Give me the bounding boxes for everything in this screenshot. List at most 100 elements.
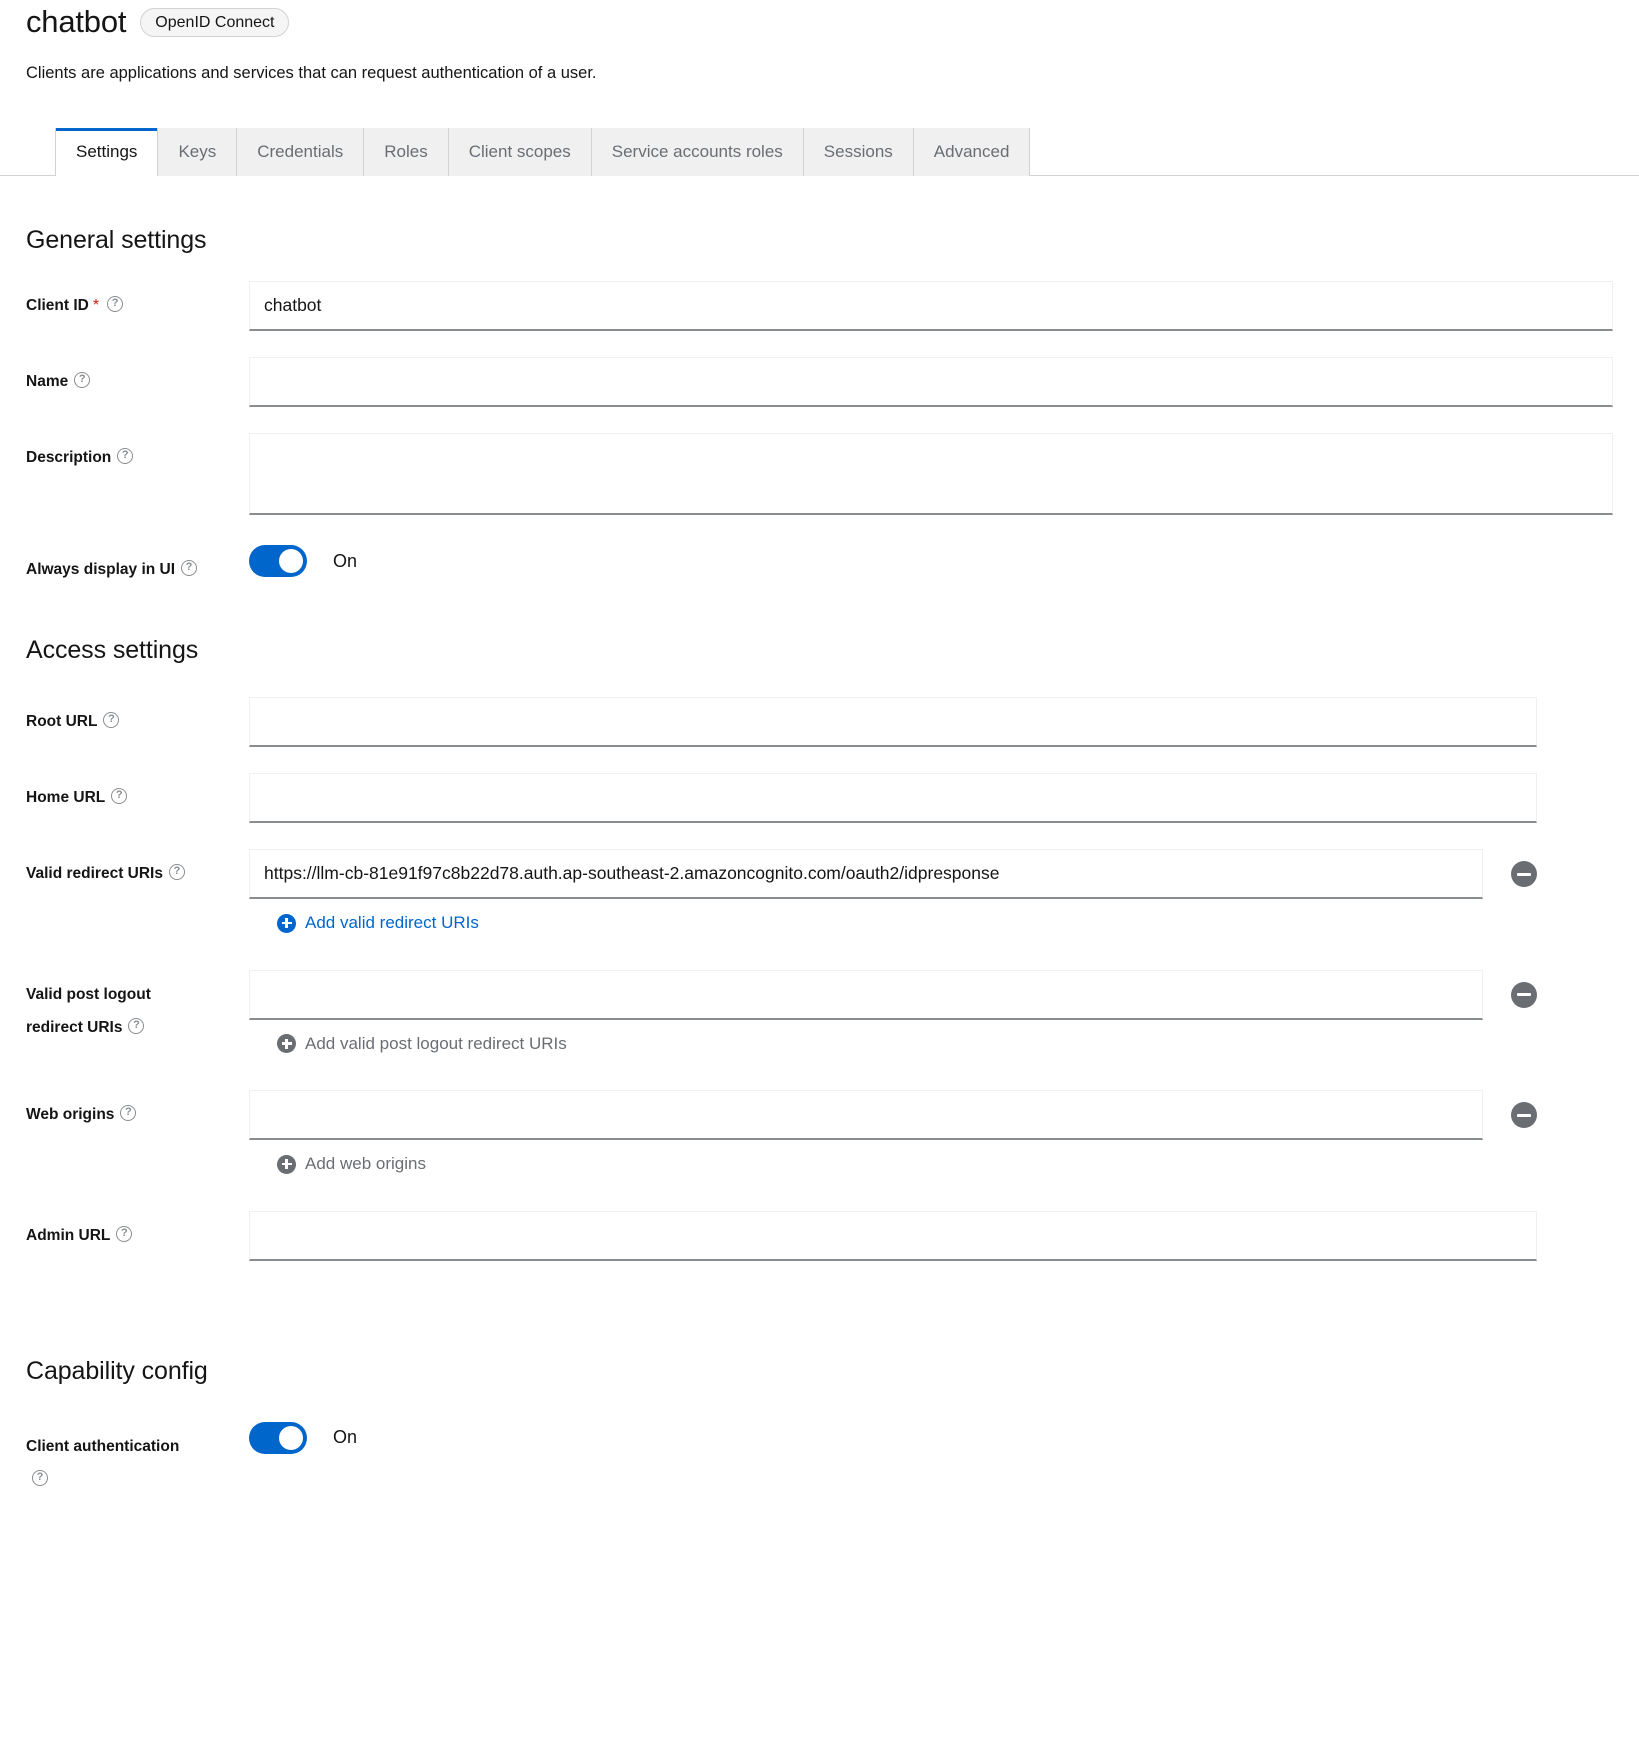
client-id-label-cell: Client ID* — [26, 281, 249, 322]
root-url-label: Root URL — [26, 713, 97, 730]
home-url-input[interactable] — [249, 773, 1537, 823]
add-web-origins-link[interactable]: Add web origins — [277, 1154, 426, 1174]
remove-web-origin-button[interactable] — [1511, 1102, 1537, 1128]
page-description: Clients are applications and services th… — [26, 62, 1613, 84]
plus-circle-icon — [277, 1155, 296, 1174]
field-row-client-id: Client ID* — [26, 281, 1613, 331]
field-row-description: Description — [26, 433, 1613, 515]
help-icon[interactable] — [169, 864, 185, 880]
web-origins-field-cell: Add web origins — [249, 1090, 1613, 1179]
tab-client-scopes[interactable]: Client scopes — [449, 128, 592, 176]
home-url-label-cell: Home URL — [26, 773, 249, 814]
tab-credentials[interactable]: Credentials — [237, 128, 364, 176]
web-origin-row — [249, 1090, 1537, 1140]
page-header: chatbot OpenID Connect Clients are appli… — [0, 0, 1639, 84]
home-url-field-cell — [249, 773, 1613, 823]
tab-settings[interactable]: Settings — [55, 128, 158, 176]
field-row-web-origins: Web origins Add web origins — [26, 1090, 1613, 1179]
title-row: chatbot OpenID Connect — [26, 0, 1613, 42]
help-icon[interactable] — [107, 296, 123, 312]
home-url-label: Home URL — [26, 789, 105, 806]
remove-valid-post-logout-uri-button[interactable] — [1511, 982, 1537, 1008]
admin-url-field-cell — [249, 1211, 1613, 1261]
description-textarea[interactable] — [249, 433, 1613, 515]
field-row-always-display: Always display in UI On — [26, 545, 1613, 586]
field-row-client-authentication: Client authentication On — [26, 1422, 1613, 1496]
always-display-state: On — [333, 551, 357, 572]
remove-valid-redirect-uri-button[interactable] — [1511, 861, 1537, 887]
description-label: Description — [26, 449, 111, 466]
plus-circle-icon — [277, 914, 296, 933]
tab-keys[interactable]: Keys — [158, 128, 237, 176]
tab-sessions[interactable]: Sessions — [804, 128, 914, 176]
always-display-field-cell: On — [249, 545, 1613, 577]
add-valid-post-logout-redirect-uris-link[interactable]: Add valid post logout redirect URIs — [277, 1034, 567, 1054]
valid-post-logout-label-cell: Valid post logout redirect URIs — [26, 970, 249, 1044]
field-row-name: Name — [26, 357, 1613, 407]
root-url-label-cell: Root URL — [26, 697, 249, 738]
general-settings-heading: General settings — [26, 226, 1613, 255]
name-label-cell: Name — [26, 357, 249, 398]
add-valid-post-logout-redirect-uris-label: Add valid post logout redirect URIs — [305, 1034, 567, 1054]
client-id-field-cell — [249, 281, 1613, 331]
help-icon[interactable] — [181, 560, 197, 576]
field-row-valid-redirect-uris: Valid redirect URIs Add valid redirect U… — [26, 849, 1613, 938]
help-icon[interactable] — [74, 372, 90, 388]
page-title: chatbot — [26, 2, 126, 42]
help-icon[interactable] — [120, 1105, 136, 1121]
name-input[interactable] — [249, 357, 1613, 407]
toggle-knob — [279, 1426, 303, 1450]
plus-circle-icon — [277, 1034, 296, 1053]
help-icon[interactable] — [117, 448, 133, 464]
admin-url-input[interactable] — [249, 1211, 1537, 1261]
client-authentication-toggle[interactable] — [249, 1422, 307, 1454]
field-row-valid-post-logout-redirect-uris: Valid post logout redirect URIs Add vali… — [26, 970, 1613, 1059]
client-id-label: Client ID — [26, 297, 89, 314]
settings-form: General settings Client ID* Name Descrip… — [0, 226, 1639, 1496]
client-authentication-label-cell: Client authentication — [26, 1422, 249, 1496]
section-spacer — [26, 1261, 1613, 1357]
help-icon[interactable] — [111, 788, 127, 804]
admin-url-label: Admin URL — [26, 1227, 110, 1244]
name-label: Name — [26, 373, 68, 390]
protocol-badge: OpenID Connect — [140, 8, 289, 37]
web-origins-label-cell: Web origins — [26, 1090, 249, 1131]
web-origins-label: Web origins — [26, 1106, 114, 1123]
web-origin-input[interactable] — [249, 1090, 1483, 1140]
always-display-label: Always display in UI — [26, 561, 175, 578]
toggle-knob — [279, 549, 303, 573]
valid-post-logout-label-line2: redirect URIs — [26, 1019, 122, 1036]
valid-redirect-uri-row — [249, 849, 1537, 899]
client-authentication-field-cell: On — [249, 1422, 1613, 1454]
description-field-cell — [249, 433, 1613, 515]
tab-service-accounts-roles[interactable]: Service accounts roles — [592, 128, 804, 176]
always-display-label-cell: Always display in UI — [26, 545, 249, 586]
help-icon[interactable] — [32, 1470, 48, 1486]
access-settings-heading: Access settings — [26, 636, 1613, 665]
field-row-home-url: Home URL — [26, 773, 1613, 823]
tab-roles[interactable]: Roles — [364, 128, 448, 176]
root-url-input[interactable] — [249, 697, 1537, 747]
admin-url-label-cell: Admin URL — [26, 1211, 249, 1252]
field-row-root-url: Root URL — [26, 697, 1613, 747]
tab-advanced[interactable]: Advanced — [914, 128, 1031, 176]
client-authentication-state: On — [333, 1427, 357, 1448]
capability-config-heading: Capability config — [26, 1357, 1613, 1386]
help-icon[interactable] — [103, 712, 119, 728]
valid-post-logout-uri-input[interactable] — [249, 970, 1483, 1020]
add-valid-redirect-uris-link[interactable]: Add valid redirect URIs — [277, 913, 479, 933]
help-icon[interactable] — [128, 1018, 144, 1034]
valid-post-logout-field-cell: Add valid post logout redirect URIs — [249, 970, 1613, 1059]
tab-bar: Settings Keys Credentials Roles Client s… — [0, 128, 1639, 176]
valid-redirect-uri-input[interactable] — [249, 849, 1483, 899]
required-marker: * — [93, 297, 99, 314]
valid-post-logout-uri-row — [249, 970, 1537, 1020]
field-row-admin-url: Admin URL — [26, 1211, 1613, 1261]
valid-post-logout-label-line1: Valid post logout — [26, 986, 151, 1003]
help-icon[interactable] — [116, 1226, 132, 1242]
always-display-toggle[interactable] — [249, 545, 307, 577]
root-url-field-cell — [249, 697, 1613, 747]
name-field-cell — [249, 357, 1613, 407]
client-id-input[interactable] — [249, 281, 1613, 331]
add-valid-redirect-uris-label: Add valid redirect URIs — [305, 913, 479, 933]
